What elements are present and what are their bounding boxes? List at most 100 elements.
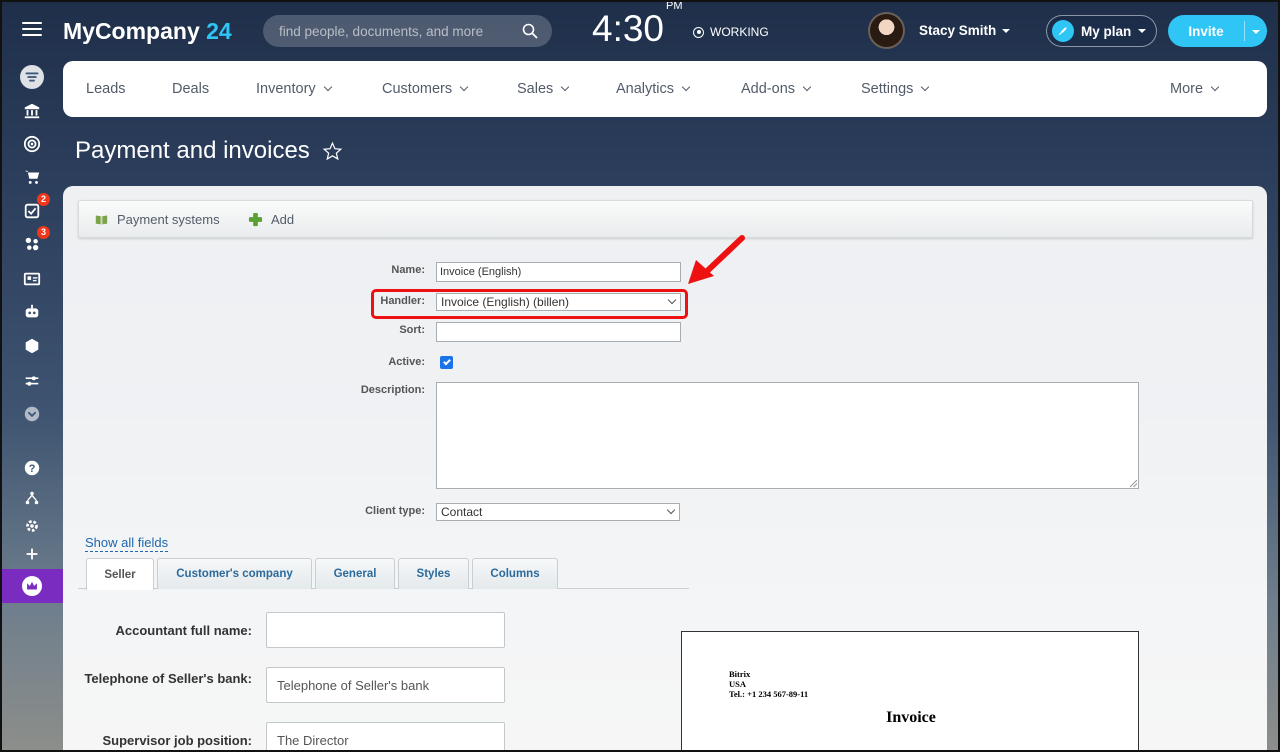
hamburger-menu-icon[interactable] <box>22 22 42 38</box>
active-checkbox[interactable] <box>440 356 453 369</box>
chevron-down-icon <box>323 82 332 92</box>
nav-leads-label: Leads <box>86 81 126 97</box>
name-label: Name: <box>391 264 425 276</box>
nav-deals[interactable]: Deals <box>172 81 209 97</box>
tab-customers-company[interactable]: Customer's company <box>157 558 312 589</box>
nav-sales[interactable]: Sales <box>517 81 570 97</box>
chevron-down-icon <box>1210 82 1220 92</box>
client-type-label: Client type: <box>365 505 425 517</box>
nav-customers[interactable]: Customers <box>382 81 469 97</box>
settings-gear-icon[interactable] <box>20 514 44 538</box>
logo-number: 24 <box>206 18 232 44</box>
payment-systems-button[interactable]: Payment systems <box>94 212 220 227</box>
bank-phone-input[interactable]: Telephone of Seller's bank <box>266 667 505 703</box>
invite-button[interactable]: Invite <box>1168 15 1267 47</box>
search-icon[interactable] <box>522 23 538 39</box>
add-button[interactable]: Add <box>248 212 294 227</box>
invite-dropdown-icon[interactable] <box>1245 24 1267 39</box>
more-down-icon[interactable] <box>20 402 44 426</box>
clock-time: 4:30 <box>592 8 665 49</box>
bank-phone-placeholder: Telephone of Seller's bank <box>277 677 430 693</box>
target-icon[interactable] <box>20 132 44 156</box>
chevron-down-icon <box>561 82 570 92</box>
crown-button[interactable] <box>0 569 63 603</box>
tab-columns[interactable]: Columns <box>472 558 558 589</box>
plus-green-icon <box>248 212 263 227</box>
invoice-phone: Tel.: +1 234 567-89-11 <box>729 689 809 699</box>
book-icon <box>95 215 108 225</box>
work-status-label: WORKING <box>710 25 769 39</box>
my-plan-label: My plan <box>1081 23 1132 39</box>
search-bar[interactable] <box>263 15 552 47</box>
show-all-fields-link[interactable]: Show all fields <box>85 535 169 552</box>
accountant-input[interactable] <box>266 612 505 648</box>
bank-icon[interactable] <box>20 99 44 123</box>
tasks-badge: 2 <box>37 193 50 206</box>
filter-icon[interactable] <box>20 65 44 89</box>
avatar[interactable] <box>868 12 905 49</box>
nav-settings[interactable]: Settings <box>861 81 930 97</box>
robot-icon[interactable] <box>20 300 44 324</box>
user-name: Stacy Smith <box>919 23 997 38</box>
nav-inventory[interactable]: Inventory <box>256 81 332 97</box>
nav-add-ons[interactable]: Add-ons <box>741 81 812 97</box>
star-icon[interactable] <box>322 141 343 162</box>
help-icon[interactable]: ? <box>20 456 44 480</box>
client-type-select[interactable]: Contact <box>436 503 680 521</box>
top-navigation: Leads Deals Inventory Customers Sales An… <box>63 61 1267 117</box>
box-icon[interactable] <box>20 334 44 358</box>
work-status[interactable]: WORKING <box>693 25 769 39</box>
cart-icon[interactable] <box>20 165 44 189</box>
chevron-down-icon <box>459 82 469 92</box>
supervisor-value: The Director <box>277 732 349 748</box>
supervisor-input[interactable]: The Director <box>266 722 505 752</box>
sliders-icon[interactable] <box>20 369 44 393</box>
crown-icon <box>21 576 42 596</box>
nav-more-label: More <box>1170 81 1204 97</box>
nav-deals-label: Deals <box>172 81 210 97</box>
feed-badge: 3 <box>37 226 50 239</box>
supervisor-label: Supervisor job position: <box>102 733 252 748</box>
invoice-address: Bitrix USA Tel.: +1 234 567-89-11 <box>729 669 808 699</box>
invite-label: Invite <box>1188 23 1224 39</box>
tab-general-label: General <box>333 568 377 580</box>
contact-card-icon[interactable] <box>20 267 44 291</box>
bank-phone-label: Telephone of Seller's bank: <box>84 671 252 686</box>
resize-handle-icon[interactable] <box>1130 480 1137 487</box>
user-menu[interactable]: Stacy Smith <box>868 12 1011 49</box>
company-logo[interactable]: MyCompany 24 <box>63 18 232 45</box>
nav-sales-label: Sales <box>517 81 554 97</box>
my-plan-button[interactable]: My plan <box>1046 15 1157 47</box>
nav-inventory-label: Inventory <box>256 81 316 97</box>
tab-styles-label: Styles <box>416 568 451 580</box>
svg-text:?: ? <box>29 463 36 475</box>
invoice-company: Bitrix <box>729 669 751 679</box>
nav-more[interactable]: More <box>1170 81 1220 97</box>
clock[interactable]: 4:30PM <box>592 0 683 50</box>
nav-analytics[interactable]: Analytics <box>616 81 691 97</box>
nav-customers-label: Customers <box>382 81 453 97</box>
chevron-down-icon <box>802 82 812 92</box>
handler-highlight-box <box>371 289 688 319</box>
sort-label: Sort: <box>399 324 425 336</box>
tab-general[interactable]: General <box>315 558 395 589</box>
tab-seller[interactable]: Seller <box>86 558 154 590</box>
chevron-down-icon <box>921 82 930 92</box>
tasks-icon[interactable]: 2 <box>20 193 50 223</box>
page-title: Payment and invoices <box>75 137 343 165</box>
invoice-country: USA <box>729 679 747 689</box>
tab-styles[interactable]: Styles <box>398 558 469 589</box>
plus-icon[interactable] <box>20 542 44 566</box>
nav-leads[interactable]: Leads <box>86 81 126 97</box>
add-label: Add <box>271 212 295 227</box>
status-radio-icon <box>693 26 704 38</box>
name-input[interactable] <box>436 262 681 282</box>
active-label: Active: <box>388 356 425 368</box>
sitemap-icon[interactable] <box>20 486 44 510</box>
sort-input[interactable] <box>436 322 681 342</box>
description-textarea[interactable] <box>436 382 1139 489</box>
feed-icon[interactable]: 3 <box>20 226 50 256</box>
search-input[interactable] <box>279 23 509 39</box>
client-type-value: Contact <box>441 505 483 519</box>
rocket-icon <box>1052 20 1074 42</box>
